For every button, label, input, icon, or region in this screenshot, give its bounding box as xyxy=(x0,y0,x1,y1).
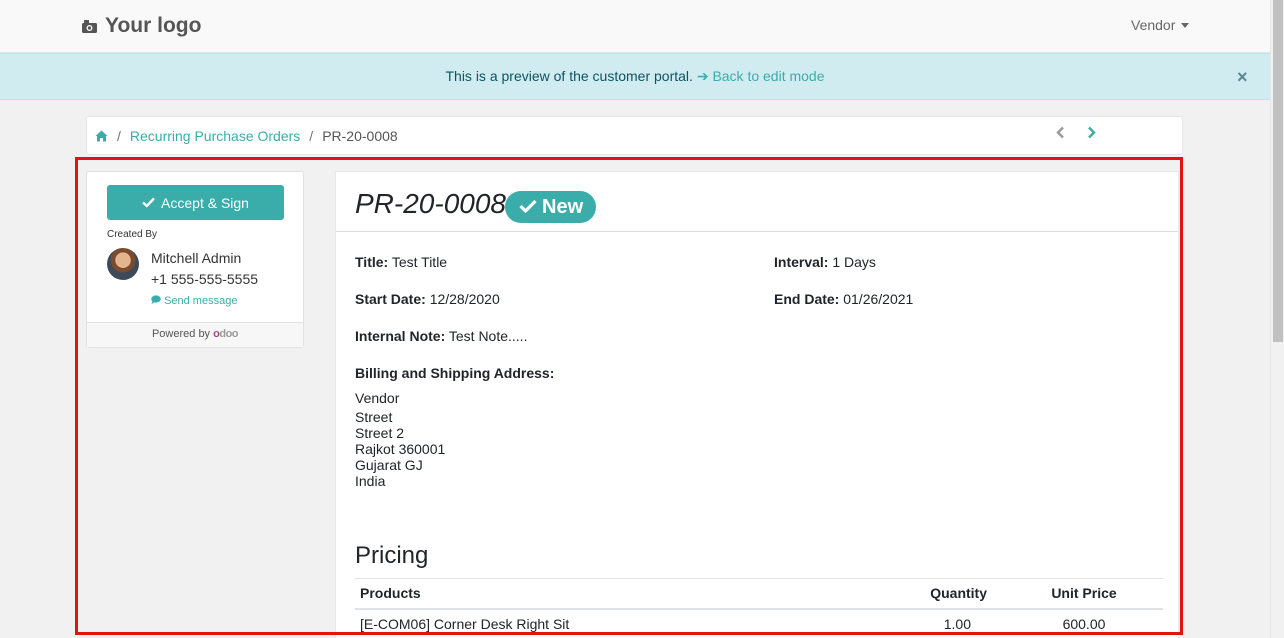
caret-down-icon xyxy=(1181,22,1190,28)
chevron-left-icon[interactable] xyxy=(1056,126,1065,144)
start-date-field: Start Date: 12/28/2020 xyxy=(355,291,500,307)
address-line: Rajkot 360001 xyxy=(355,441,446,457)
page-scrollbar[interactable] xyxy=(1270,0,1284,638)
unit-price-cell: 600.00 xyxy=(1005,608,1163,638)
address-line: India xyxy=(355,473,386,489)
column-header-quantity: Quantity xyxy=(885,578,1005,610)
end-date-field: End Date: 01/26/2021 xyxy=(774,291,913,307)
interval-value: 1 Days xyxy=(832,254,876,270)
scrollbar-thumb[interactable] xyxy=(1273,0,1283,342)
creator-name: Mitchell Admin xyxy=(151,250,242,266)
status-label: New xyxy=(542,195,584,218)
sidebar-card: Accept & Sign Created By Mitchell Admin … xyxy=(86,171,304,348)
camera-icon xyxy=(81,19,98,34)
odoo-logo[interactable]: odoo xyxy=(213,328,238,340)
creator-phone: +1 555-555-5555 xyxy=(151,271,259,287)
address-line: Vendor xyxy=(355,390,400,406)
title-label: Title: xyxy=(355,254,389,270)
end-date-label: End Date: xyxy=(774,291,840,307)
quantity-cell: 1.00 xyxy=(885,608,1005,638)
interval-field: Interval: 1 Days xyxy=(774,254,876,270)
title-field: Title: Test Title xyxy=(355,254,447,270)
accept-sign-label: Accept & Sign xyxy=(161,194,249,211)
order-number: PR-20-0008 xyxy=(355,188,506,219)
interval-label: Interval: xyxy=(774,254,829,270)
order-header: PR-20-0008 New xyxy=(336,172,1178,232)
address-line: Street 2 xyxy=(355,425,405,441)
address-block: Vendor Street Street 2 Rajkot 360001 Guj… xyxy=(355,390,445,489)
start-date-value: 12/28/2020 xyxy=(429,291,500,307)
send-message-label: Send message xyxy=(164,295,238,307)
brand-logo[interactable]: Your logo xyxy=(81,14,201,38)
order-card: PR-20-0008 New Title: Test Title Interva… xyxy=(335,171,1179,638)
comment-icon xyxy=(151,295,164,307)
back-to-edit-label: Back to edit mode xyxy=(712,68,825,84)
end-date-value: 01/26/2021 xyxy=(843,291,914,307)
avatar xyxy=(107,248,139,280)
address-line: Street xyxy=(355,409,393,425)
powered-by-footer: Powered by odoo xyxy=(87,322,303,347)
breadcrumb-current: PR-20-0008 xyxy=(322,127,398,144)
breadcrumb-separator: / xyxy=(309,127,314,144)
powered-by-label: Powered by xyxy=(151,328,211,340)
table-header-row: Products Quantity Unit Price xyxy=(355,578,1163,610)
status-badge: New xyxy=(505,191,597,223)
send-message-link[interactable]: Send message xyxy=(151,295,237,307)
pricing-heading: Pricing xyxy=(355,542,429,569)
breadcrumb-recurring-orders[interactable]: Recurring Purchase Orders xyxy=(130,128,300,144)
user-menu-dropdown[interactable]: Vendor xyxy=(1131,17,1190,33)
internal-note-field: Internal Note: Test Note..... xyxy=(355,328,527,344)
column-header-products: Products xyxy=(355,578,885,610)
record-pager xyxy=(1056,126,1096,144)
address-label: Billing and Shipping Address: xyxy=(355,365,555,381)
created-by-label: Created By xyxy=(107,229,158,240)
product-cell: [E-COM06] Corner Desk Right Sit xyxy=(355,608,885,638)
internal-note-value: Test Note..... xyxy=(448,328,528,344)
close-icon[interactable]: × xyxy=(1237,67,1248,88)
banner-message: This is a preview of the customer portal… xyxy=(445,68,693,84)
column-header-unit-price: Unit Price xyxy=(1005,578,1163,610)
chevron-right-icon[interactable] xyxy=(1087,126,1096,144)
breadcrumb: / Recurring Purchase Orders / PR-20-0008 xyxy=(86,116,1183,155)
breadcrumb-separator: / xyxy=(117,127,121,144)
check-icon xyxy=(142,195,155,211)
preview-banner: This is a preview of the customer portal… xyxy=(0,53,1270,100)
arrow-right-icon: ➔ xyxy=(696,68,709,84)
table-row: [E-COM06] Corner Desk Right Sit 1.00 600… xyxy=(355,608,1163,638)
check-icon xyxy=(519,196,537,219)
back-to-edit-link[interactable]: ➔ Back to edit mode xyxy=(697,68,825,84)
address-line: Gujarat GJ xyxy=(355,457,423,473)
pricing-table: Products Quantity Unit Price [E-COM06] C… xyxy=(355,578,1163,638)
top-navbar: Your logo Vendor xyxy=(0,0,1270,53)
accept-sign-button[interactable]: Accept & Sign xyxy=(107,185,284,220)
start-date-label: Start Date: xyxy=(355,291,426,307)
logo-text: Your logo xyxy=(105,14,202,37)
home-icon[interactable] xyxy=(95,130,108,142)
user-menu-label: Vendor xyxy=(1131,17,1176,33)
title-value: Test Title xyxy=(391,254,448,270)
internal-note-label: Internal Note: xyxy=(355,328,446,344)
